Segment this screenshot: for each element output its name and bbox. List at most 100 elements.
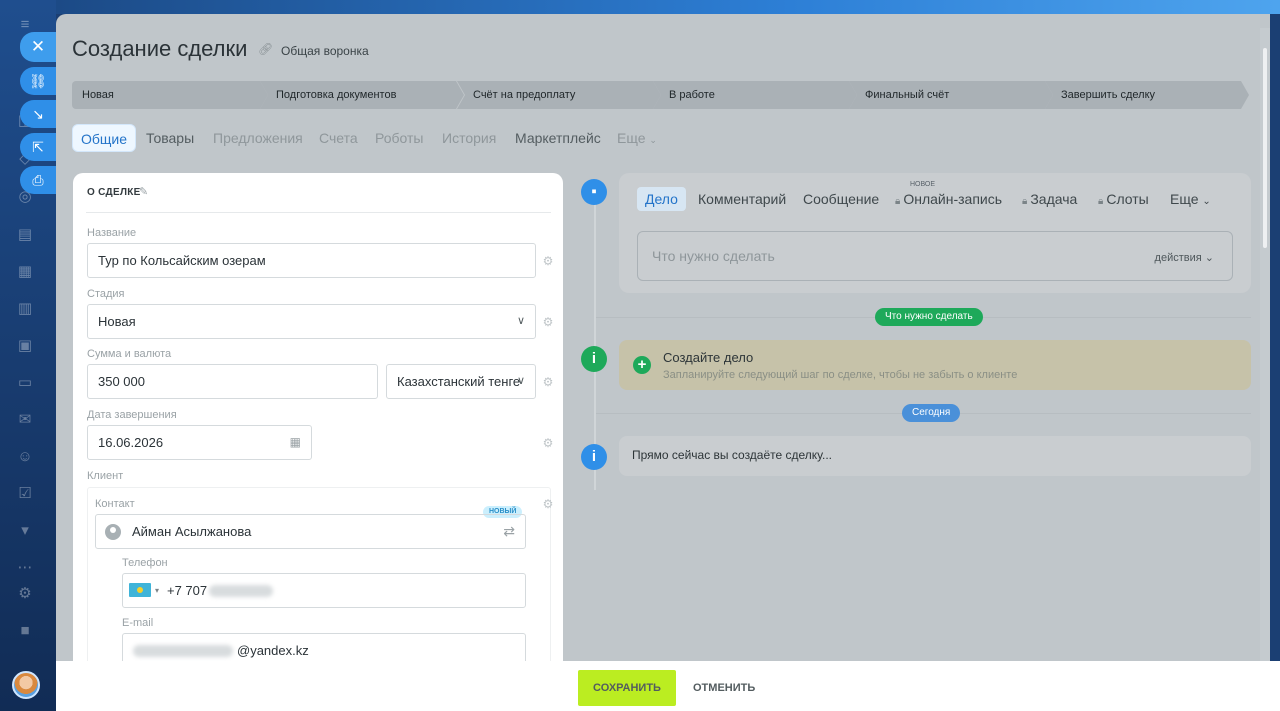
info-icon: i — [581, 444, 607, 470]
chat-icon: ▪ — [581, 179, 607, 205]
scrollbar-thumb[interactable] — [1263, 48, 1267, 248]
share-icon[interactable]: ⇱ — [20, 133, 56, 161]
tab-marketplace[interactable]: Маркетплейс — [515, 124, 601, 152]
chevron-down-icon: ▾ — [155, 586, 160, 595]
calendar-icon[interactable]: ▦ — [14, 261, 36, 283]
amount-label: Сумма и валюта — [87, 348, 172, 360]
contact-field[interactable]: Айман Асылжанова ⇄ — [95, 514, 526, 549]
stage-item[interactable]: Завершить сделку — [1045, 81, 1249, 109]
deal-create-slider: Создание сделки 🔗︎ Общая воронка Новая П… — [56, 14, 1270, 711]
info-icon: i — [581, 346, 607, 372]
link-icon[interactable]: ⛓︎ — [20, 67, 56, 95]
file-icon[interactable]: ▥ — [14, 298, 36, 320]
info-text: Прямо сейчас вы создаёте сделку... — [632, 448, 832, 462]
actions-dropdown[interactable]: действия ⌄ — [1155, 251, 1214, 264]
create-activity-title: Создайте дело — [663, 350, 754, 365]
tab-more[interactable]: Еще ⌄ — [617, 124, 657, 152]
pencil-icon[interactable]: ✎ — [139, 185, 148, 198]
create-activity-subtitle: Запланируйте следующий шаг по сделке, чт… — [663, 369, 1018, 381]
chevron-down-icon: ⌄ — [1202, 196, 1211, 207]
email-redacted — [133, 645, 233, 657]
gear-icon[interactable]: ⚙ — [542, 316, 554, 328]
check-icon[interactable]: ☑ — [14, 483, 36, 505]
today-pill: Сегодня — [902, 404, 961, 422]
close-icon[interactable]: ✕ — [20, 32, 56, 62]
divider — [86, 212, 551, 213]
more-icon[interactable]: ⋯ — [14, 557, 36, 579]
card-icon[interactable]: ▭ — [14, 372, 36, 394]
plus-icon[interactable]: + — [633, 356, 651, 374]
funnel-name[interactable]: Общая воронка — [281, 44, 369, 58]
composer-tab-task[interactable]: 🔒︎ Задача — [1022, 191, 1077, 207]
create-activity-card[interactable]: + Создайте дело Запланируйте следующий ш… — [619, 340, 1251, 390]
footer-bar: СОХРАНИТЬ ОТМЕНИТЬ — [56, 661, 1280, 711]
phone-field[interactable]: ▾ +7 707 — [122, 573, 526, 608]
mail-icon[interactable]: ✉ — [14, 409, 36, 431]
cancel-button[interactable]: ОТМЕНИТЬ — [688, 670, 760, 706]
contact-avatar-icon — [105, 524, 121, 540]
todo-pill: Что нужно сделать — [875, 308, 983, 326]
document-icon[interactable]: ▤ — [14, 224, 36, 246]
swap-icon[interactable]: ⇄ — [503, 523, 515, 540]
tab-offers[interactable]: Предложения — [213, 124, 303, 152]
client-label: Клиент — [87, 470, 124, 482]
todo-input[interactable]: Что нужно сделать действия ⌄ — [637, 231, 1233, 281]
composer-tab-message[interactable]: Сообщение — [803, 191, 879, 207]
board-icon[interactable]: ▣ — [14, 335, 36, 357]
stage-item[interactable]: Финальный счёт — [849, 81, 1053, 109]
composer-tab-comment[interactable]: Комментарий — [698, 191, 786, 207]
currency-select[interactable]: Казахстанский тенге ∨ — [386, 364, 536, 399]
download-icon[interactable]: ↘ — [20, 100, 56, 128]
gear-icon[interactable]: ⚙ — [542, 498, 554, 510]
calendar-icon[interactable]: ▦ — [290, 426, 301, 459]
save-button[interactable]: СОХРАНИТЬ — [578, 670, 676, 706]
composer-tab-booking[interactable]: 🔒︎ Онлайн-запись — [895, 191, 1002, 207]
stage-item[interactable]: Счёт на предоплату — [457, 81, 661, 109]
tab-products[interactable]: Товары — [146, 124, 194, 152]
name-label: Название — [87, 227, 137, 239]
amount-field[interactable]: 350 000 — [87, 364, 378, 399]
name-field[interactable]: Тур по Кольсайским озерам — [87, 243, 536, 278]
composer-tab-slots[interactable]: 🔒︎ Слоты — [1098, 191, 1149, 207]
lock-icon: 🔒︎ — [1098, 196, 1104, 207]
phone-label: Телефон — [122, 557, 168, 569]
new-tag: НОВОЕ — [910, 181, 936, 188]
stage-item[interactable]: В работе — [653, 81, 857, 109]
gear-icon[interactable]: ⚙ — [542, 376, 554, 388]
gear-icon[interactable]: ⚙ — [14, 583, 36, 605]
lock-icon: 🔒︎ — [895, 196, 901, 207]
info-card: Прямо сейчас вы создаёте сделку... — [619, 436, 1251, 476]
phone-redacted — [209, 585, 273, 597]
stage-bar: Новая Подготовка документов Счёт на пред… — [72, 81, 1252, 109]
print-icon[interactable]: ⎙ — [20, 166, 56, 194]
composer-tab-more[interactable]: Еще ⌄ — [1170, 191, 1211, 207]
gear-icon[interactable]: ⚙ — [542, 437, 554, 449]
lock-icon: 🔒︎ — [1022, 196, 1028, 207]
apps-icon[interactable]: ■ — [14, 620, 36, 642]
filter-icon[interactable]: ▾ — [14, 520, 36, 542]
stage-item[interactable]: Новая — [72, 81, 268, 109]
email-label: E-mail — [122, 617, 154, 629]
gear-icon[interactable]: ⚙ — [542, 255, 554, 267]
user-avatar[interactable] — [12, 671, 40, 699]
composer-tab-activity[interactable]: Дело — [637, 187, 686, 211]
chevron-down-icon: ∨ — [516, 315, 525, 327]
link-icon[interactable]: 🔗︎ — [258, 42, 273, 56]
contact-label: Контакт — [95, 498, 135, 510]
section-title: О СДЕЛКЕ — [87, 187, 141, 198]
chevron-down-icon: ∨ — [516, 375, 525, 387]
kazakhstan-flag-icon[interactable] — [129, 583, 151, 597]
chevron-down-icon: ⌄ — [649, 135, 657, 145]
date-field[interactable]: 16.06.2026 ▦ — [87, 425, 312, 460]
tab-invoices[interactable]: Счета — [319, 124, 358, 152]
tab-robots[interactable]: Роботы — [375, 124, 423, 152]
scrollbar[interactable] — [1260, 28, 1270, 675]
tab-history[interactable]: История — [442, 124, 496, 152]
stage-item[interactable]: Подготовка документов — [260, 81, 464, 109]
tab-general[interactable]: Общие — [72, 124, 137, 152]
deal-form-card: О СДЕЛКЕ ✎ Название Тур по Кольсайским о… — [73, 173, 563, 677]
activity-composer: Дело Комментарий Сообщение НОВОЕ 🔒︎ Онлай… — [619, 173, 1251, 293]
contacts-icon[interactable]: ☺ — [14, 446, 36, 468]
stage-select[interactable]: Новая ∨ — [87, 304, 536, 339]
top-bar — [56, 0, 1280, 14]
